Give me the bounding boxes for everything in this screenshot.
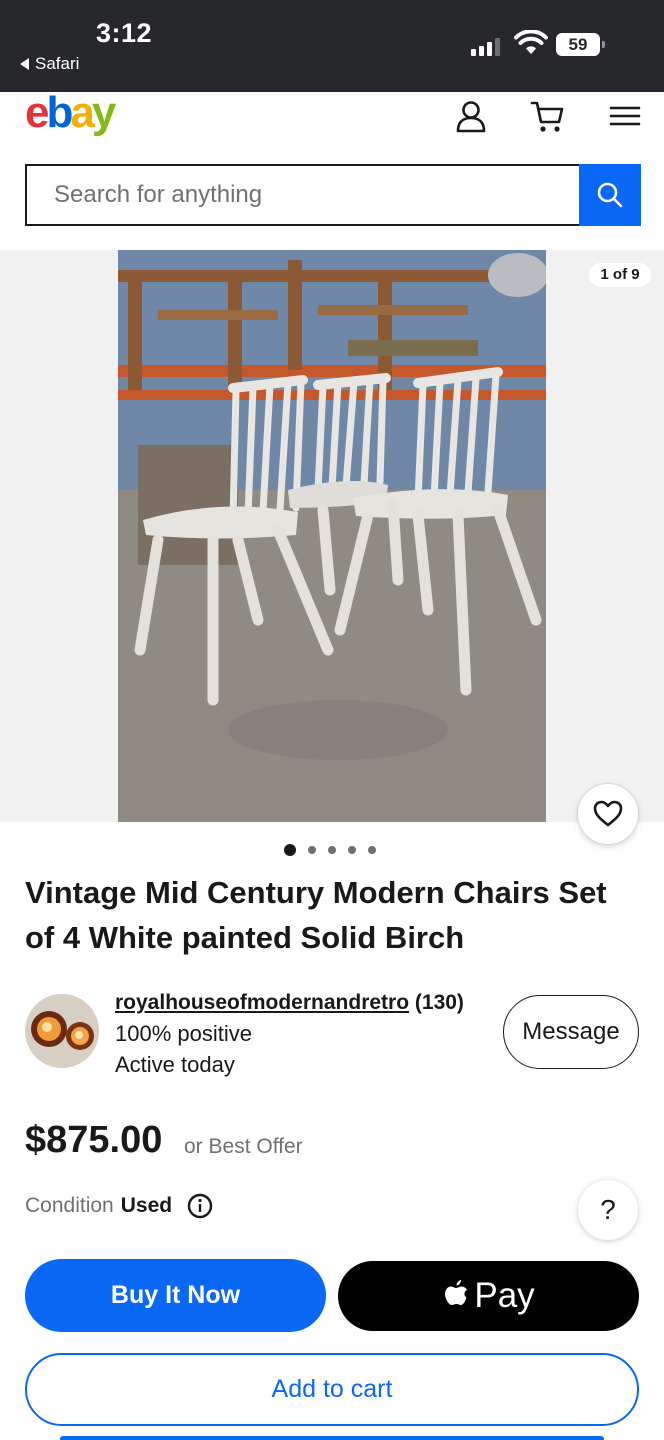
image-gallery[interactable]: 1 of 9 [0,250,664,822]
back-triangle-icon [20,58,29,70]
ebay-logo[interactable]: ebay [25,88,116,138]
account-icon[interactable] [453,98,489,134]
pagination-dot[interactable] [308,846,316,854]
seller-avatar-image [25,994,99,1068]
battery-indicator: 59 [556,33,605,56]
info-icon[interactable] [187,1193,213,1219]
wifi-icon [514,30,548,54]
message-seller-button[interactable]: Message [503,995,639,1069]
seller-feedback-count: (130) [414,991,464,1014]
condition-value: Used [120,1194,173,1217]
next-button-edge [60,1436,604,1440]
pagination-dot[interactable] [284,844,296,856]
status-time: 3:12 [96,18,153,48]
back-to-safari[interactable]: Safari [20,54,79,74]
price: $875.00 [25,1119,163,1161]
condition-label: Condition [25,1194,114,1217]
pagination-dot[interactable] [368,846,376,854]
cellular-signal-icon [471,36,500,56]
search-button[interactable] [579,164,641,226]
buy-it-now-button[interactable]: Buy It Now [25,1259,326,1332]
seller-activity: Active today [115,1052,235,1077]
heart-icon [593,800,623,827]
help-button[interactable]: ? [578,1180,638,1240]
cart-icon[interactable] [530,98,566,134]
seller-name-line: royalhouseofmodernandretro (130) [115,991,464,1015]
status-bar: 3:12 Safari 59 [0,0,664,92]
listing-photo[interactable] [118,250,546,822]
seller-positive: 100% positive [115,1021,252,1046]
seller-name-link[interactable]: royalhouseofmodernandretro [115,991,409,1014]
apple-pay-label: Pay [474,1276,535,1315]
listing-title: Vintage Mid Century Modern Chairs Set of… [25,875,607,955]
apple-logo-icon [445,1280,468,1305]
add-to-cart-button[interactable]: Add to cart [25,1353,639,1426]
image-counter: 1 of 9 [589,263,651,287]
pagination-dot[interactable] [348,846,356,854]
condition-row: Condition Used [25,1193,213,1219]
back-app-label: Safari [35,54,80,73]
search-input[interactable]: Search for anything [25,164,581,226]
gallery-pagination[interactable] [284,844,376,856]
best-offer-note: or Best Offer [184,1135,303,1158]
pagination-dot[interactable] [328,846,336,854]
site-header: ebay [0,88,664,162]
seller-avatar[interactable] [25,994,99,1068]
search-bar: Search for anything [25,164,641,226]
watchlist-button[interactable] [577,783,639,845]
search-icon [597,182,623,208]
apple-pay-button[interactable]: Pay [338,1261,639,1331]
menu-icon[interactable] [607,98,643,134]
